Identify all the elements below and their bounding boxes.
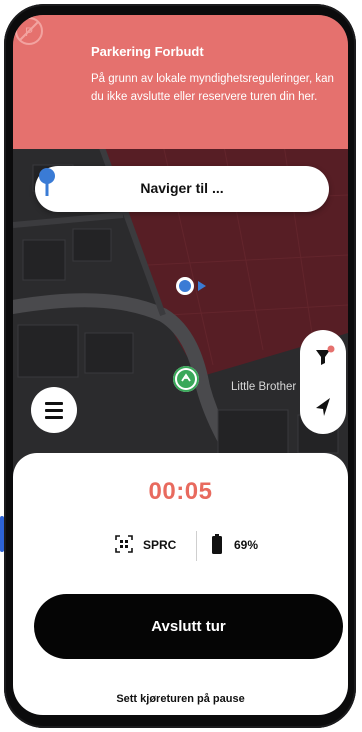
scooter-icon (177, 370, 195, 388)
battery-icon (212, 534, 222, 554)
hamburger-icon (45, 402, 63, 419)
info-divider (196, 531, 197, 561)
vehicle-code: SPRC (143, 538, 177, 552)
trip-panel: 00:05 SPRC 69% Avslutt tur Sett kjøretur… (13, 453, 348, 715)
map-place-label: Little Brother (231, 381, 297, 393)
menu-button[interactable] (31, 387, 77, 433)
phone-side-button (0, 516, 4, 552)
end-trip-button[interactable]: Avslutt tur (34, 594, 343, 659)
banner-title: Parkering Forbudt (91, 44, 204, 59)
trip-info-row: SPRC 69% (13, 531, 348, 561)
app-screen: P Parkering Forbudt På grunn av lokale m… (13, 15, 348, 715)
banner-message: På grunn av lokale myndighetsreguleringe… (91, 73, 334, 103)
battery-level: 69% (234, 538, 259, 552)
navigation-arrow-icon (316, 398, 330, 416)
parking-forbidden-banner: P Parkering Forbudt På grunn av lokale m… (13, 15, 348, 149)
map-controls (300, 330, 346, 434)
filter-button[interactable] (300, 330, 346, 382)
map-view[interactable]: P Parkering Forbudt På grunn av lokale m… (13, 15, 348, 487)
qr-code-icon (115, 535, 133, 553)
trip-timer: 00:05 (148, 478, 213, 505)
svg-text:P: P (25, 25, 33, 39)
locate-me-button[interactable] (300, 382, 346, 434)
heading-arrow-icon (198, 281, 206, 291)
user-location-marker (176, 277, 194, 295)
no-parking-icon: P (15, 17, 43, 45)
scooter-marker[interactable] (173, 366, 199, 392)
pause-trip-link[interactable]: Sett kjøreturen på pause (13, 693, 348, 705)
navigate-to-search[interactable]: Naviger til ... (35, 166, 329, 212)
navigate-to-label: Naviger til ... (140, 180, 224, 196)
filter-icon (316, 345, 335, 365)
